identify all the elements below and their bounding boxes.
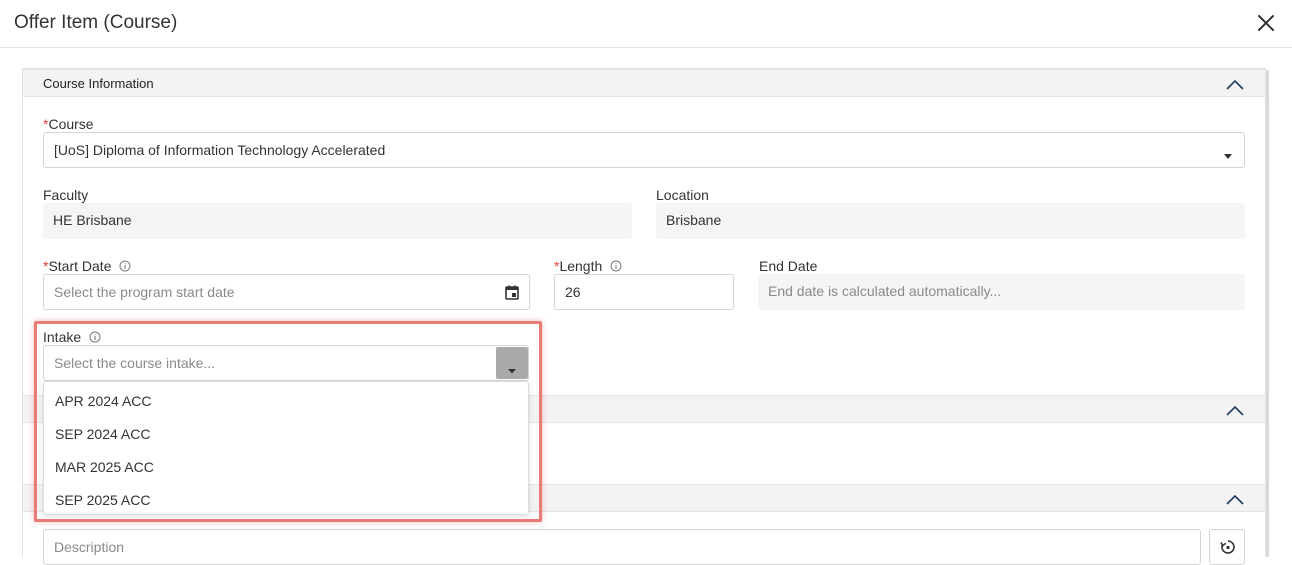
course-value: [UoS] Diploma of Information Technology … <box>54 142 386 158</box>
intake-placeholder: Select the course intake... <box>54 355 216 371</box>
scrollbar[interactable] <box>1266 70 1269 557</box>
intake-label-text: Intake <box>43 329 82 345</box>
calendar-icon[interactable] <box>505 285 519 303</box>
section-title: Course Information <box>43 76 154 91</box>
info-icon[interactable] <box>119 259 131 275</box>
caret-down-icon <box>508 361 516 379</box>
length-value: 26 <box>565 284 581 300</box>
intake-option[interactable]: APR 2024 ACC <box>55 393 152 409</box>
start-date-label-text: Start Date <box>48 258 112 274</box>
course-information-section-header[interactable]: Course Information <box>23 69 1265 97</box>
chevron-up-icon[interactable] <box>1225 77 1245 91</box>
close-icon[interactable] <box>1254 11 1278 35</box>
start-date-input[interactable]: Select the program start date <box>43 274 530 310</box>
reset-button[interactable] <box>1209 529 1245 565</box>
intake-dropdown-list: APR 2024 ACC SEP 2024 ACC MAR 2025 ACC S… <box>43 381 529 515</box>
description-placeholder: Description <box>54 539 125 555</box>
length-label: *Length <box>554 258 622 275</box>
refresh-icon <box>1220 539 1236 558</box>
location-label: Location <box>656 187 709 203</box>
start-date-placeholder: Select the program start date <box>54 284 235 300</box>
dialog-title: Offer Item (Course) <box>14 12 178 33</box>
faculty-value: HE Brisbane <box>53 212 132 228</box>
length-input[interactable]: 26 <box>554 274 734 310</box>
info-icon[interactable] <box>610 259 622 275</box>
intake-option[interactable]: MAR 2025 ACC <box>55 459 154 475</box>
end-date-field: End date is calculated automatically... <box>758 274 1245 310</box>
intake-select[interactable]: Select the course intake... <box>43 345 529 381</box>
location-field: Brisbane <box>656 203 1245 239</box>
start-date-label: *Start Date <box>43 258 131 275</box>
course-select[interactable]: [UoS] Diploma of Information Technology … <box>43 132 1245 168</box>
chevron-up-icon[interactable] <box>1225 403 1245 417</box>
intake-option[interactable]: SEP 2024 ACC <box>55 426 150 442</box>
intake-dropdown-toggle[interactable] <box>496 347 528 379</box>
intake-label: Intake <box>43 329 101 346</box>
location-value: Brisbane <box>666 212 722 228</box>
chevron-up-icon[interactable] <box>1225 492 1245 506</box>
info-icon[interactable] <box>89 330 101 346</box>
intake-option[interactable]: SEP 2025 ACC <box>55 492 150 508</box>
dialog-header: Offer Item (Course) <box>0 0 1292 48</box>
end-date-label: End Date <box>759 258 818 274</box>
description-input[interactable]: Description <box>43 529 1201 565</box>
course-label-text: Course <box>48 116 94 132</box>
course-label: *Course <box>43 116 94 132</box>
caret-down-icon <box>1224 147 1232 163</box>
faculty-field: HE Brisbane <box>43 203 632 239</box>
faculty-label: Faculty <box>43 187 89 203</box>
end-date-placeholder: End date is calculated automatically... <box>768 283 1002 299</box>
length-label-text: Length <box>559 258 603 274</box>
